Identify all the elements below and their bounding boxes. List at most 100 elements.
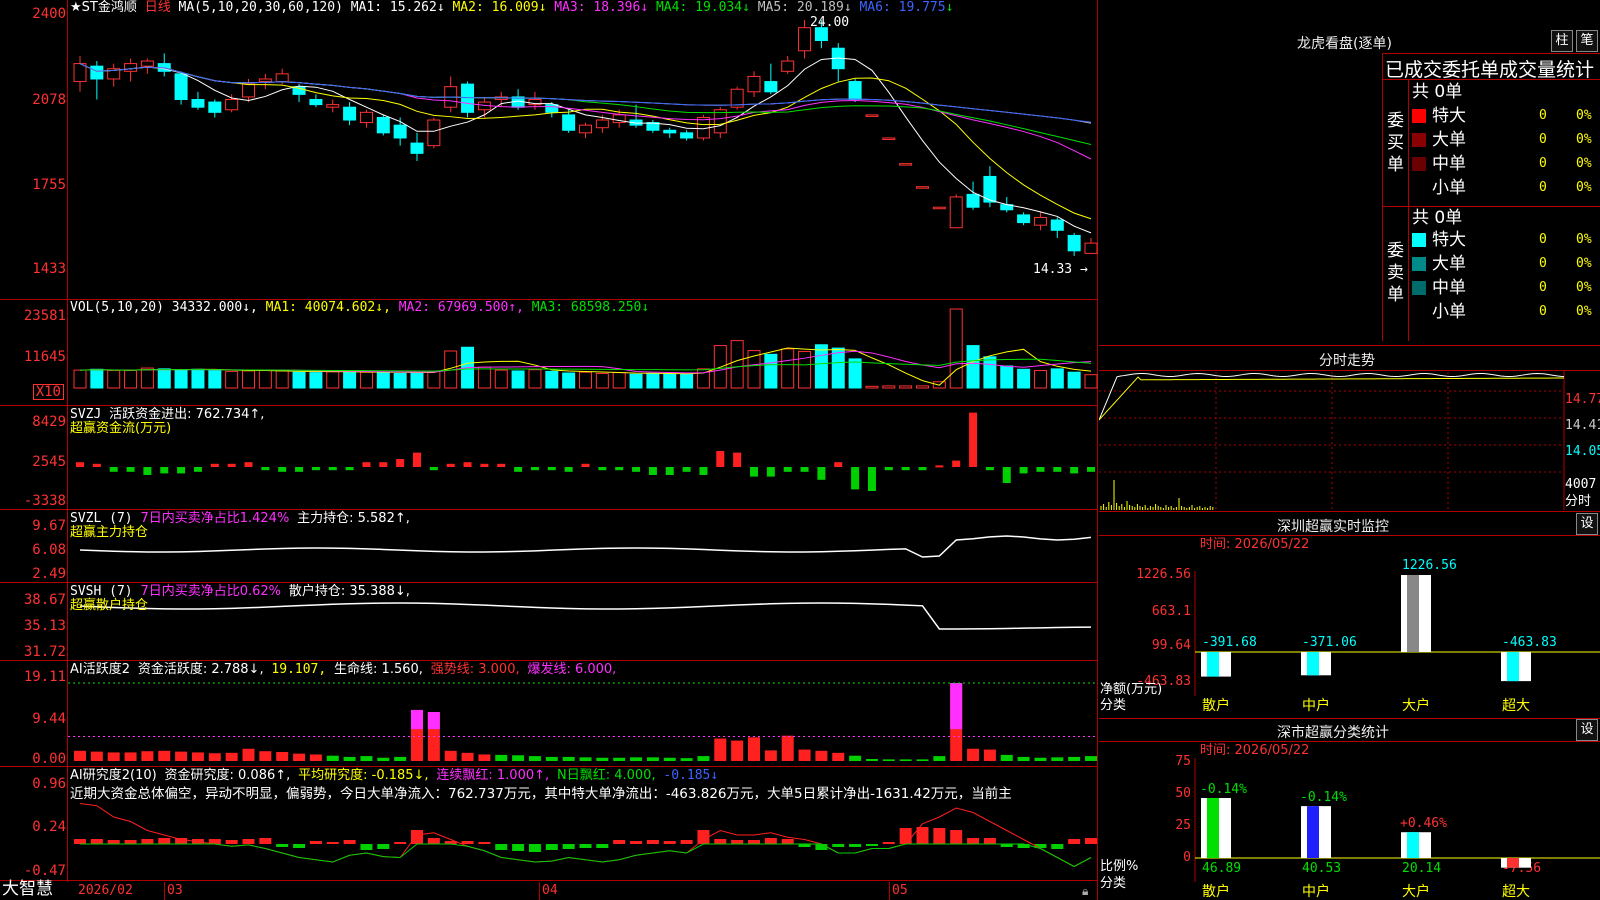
fund-flow-bar [1019,467,1028,474]
activity-bar [630,757,643,761]
vol-unit-badge[interactable]: X10 [32,384,64,400]
fund-flow-bar [935,465,944,468]
sell-side-label: 委卖单 [1387,241,1404,305]
vol-ma2: MA2: 67969.500↑, [398,300,524,315]
activity-bar [613,757,626,761]
brand-label[interactable]: 大智慧 [2,881,53,898]
fund-flow-bar [851,467,860,490]
activity-bar [764,750,777,761]
svsh-label: SVSH (7) [70,584,133,599]
order-size-pct: 0% [1576,232,1592,247]
fund-flow-bar [227,463,236,467]
intraday-price-tick: 14.41 [1565,418,1600,433]
candle-body [326,104,340,108]
research-bar [865,844,878,846]
vol-value: 34332.000↓, [171,300,258,315]
candlestick-chart[interactable] [0,0,1098,300]
order-size-count: 0 [1539,180,1547,195]
volume-bar [814,344,828,389]
right-panel: 龙虎看盘(逐单) 柱 笔 已成交委托单成交量统计 委买单 共 0单 特大 0 0% 大… [1099,0,1600,900]
research-bar [326,842,339,844]
volume-bar [444,350,458,389]
candle-body [225,99,239,111]
fund-flow-bar [632,467,641,472]
candle-body [747,75,761,93]
research-bar [427,838,440,844]
sz-monitor-settings-button[interactable]: 设 [1576,513,1598,535]
main-holding-line [79,535,1092,558]
volume-bar [612,372,626,389]
volume-bar [225,370,239,389]
kline-area[interactable]: ★ST金鸿顺 日线 MA(5,10,20,30,60,120) MA1: 15.… [0,0,1100,900]
fund-flow-bar [143,467,152,475]
fund-flow-bar [413,452,421,467]
lock-icon[interactable]: 🔒︎ [1082,883,1088,899]
order-size-swatch [1412,109,1426,123]
bar-mode-button[interactable]: 柱 [1551,30,1573,52]
ai-research-label: AI研究度2(10) [70,768,157,783]
activity-bar [832,752,845,761]
ai-active-header: AI活跃度2 资金活跃度: 2.788↓, 19.107, 生命线: 1.560… [70,662,616,678]
fund-flow-bar [126,467,135,472]
ai-research-consec: 连续飘红: 1.000↑, [436,768,550,783]
activity-bar [191,752,204,761]
sz-class-x-label: 分类 [1100,876,1127,891]
research-bar [798,844,811,847]
fund-flow-bar [396,459,405,467]
date-tick: 05 [892,883,908,898]
fund-flow-bar [109,467,118,472]
bar-chart-y-tick: 99.64 [1151,638,1191,653]
research-bar [714,839,727,844]
research-bar [882,842,895,844]
fund-flow-bar [530,467,539,471]
candle-body [781,60,795,72]
volume-bar [1017,368,1031,389]
research-bar [646,840,659,844]
activity-bar [1034,757,1047,761]
research-bar [90,839,103,844]
ma-line [79,63,1092,123]
volume-bar [781,348,795,389]
candle-body [73,63,87,83]
activity-burst-bar [950,683,963,730]
bar-chart-bar [1201,797,1231,858]
candle-body [393,124,407,139]
research-bar [849,844,862,847]
bar-chart-y-tick: 663.1 [1151,604,1191,619]
ai-active-label: AI活跃度2 [70,662,130,677]
sz-monitor-title: 深圳超赢实时监控 [1277,519,1389,535]
fund-flow-bar [733,452,742,467]
activity-bar [259,751,272,761]
activity-bar [242,748,255,761]
research-bar [781,839,794,844]
fund-flow-bar [665,467,674,475]
ai-active-burst: 爆发线: 6.000, [527,662,617,677]
research-bar [933,828,946,844]
volume-bar [966,345,980,389]
volume-bar [1084,374,1098,389]
bar-chart-bar [1201,652,1231,677]
tick-mode-button[interactable]: 笔 [1576,30,1598,52]
activity-bar [663,757,676,761]
bar-chart-category: 散户 [1202,698,1230,714]
order-size-name: 特大 [1432,230,1466,250]
volume-bar [208,370,222,389]
order-size-name: 特大 [1432,106,1466,126]
activity-bar [1051,757,1064,761]
research-bar [1017,844,1030,848]
research-bar [731,840,744,844]
ai-research-value: 资金研究度: 0.086↑, [164,768,291,783]
volume-bar [393,372,407,389]
research-bar [950,830,963,844]
bar-chart-value-label: 1226.56 [1402,558,1457,573]
fund-flow-bar [480,463,489,467]
activity-bar [427,711,440,761]
svzl-y-tick: 6.08 [32,542,66,558]
candle-body [579,124,592,134]
sz-class-settings-button[interactable]: 设 [1576,719,1598,741]
vol-header: VOL(5,10,20) 34332.000↓, MA1: 40074.602↓… [70,300,649,316]
fund-flow-bar [76,462,84,467]
volume-bar [932,381,946,389]
volume-bar [916,385,929,389]
volume-bar [376,372,390,389]
